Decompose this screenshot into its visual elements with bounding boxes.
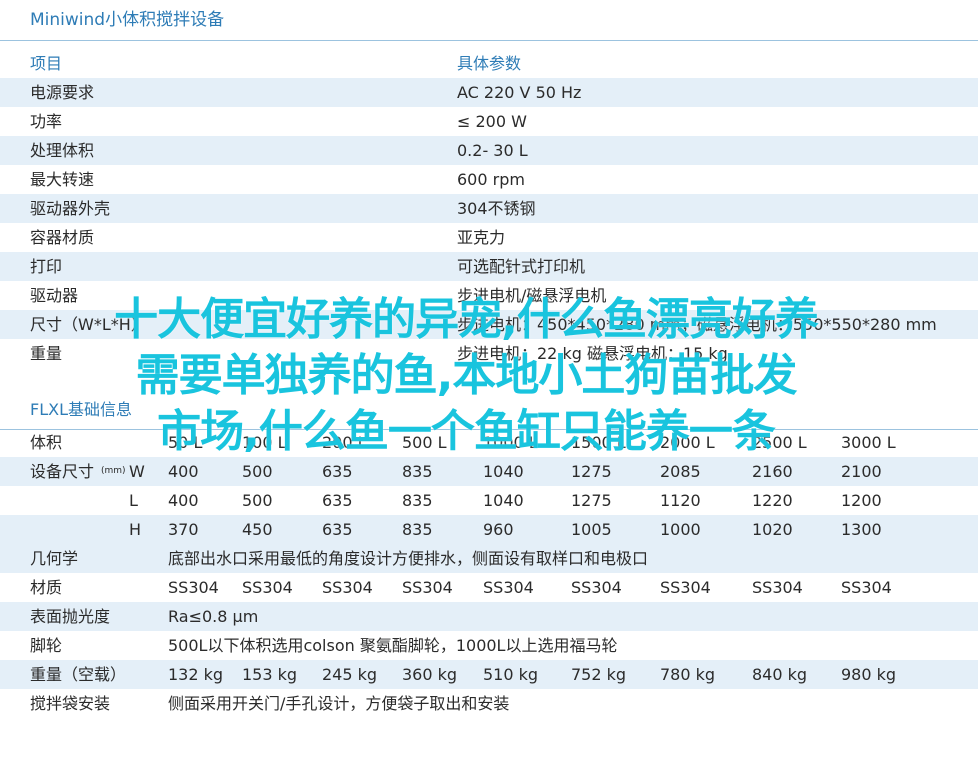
base-value: SS304 (752, 578, 803, 597)
base-value: SS304 (242, 578, 293, 597)
spec-label: 驱动器外壳 (30, 199, 111, 218)
base-value: SS304 (483, 578, 534, 597)
spec-row: 最大转速 600 rpm (0, 165, 978, 194)
base-value: SS304 (402, 578, 453, 597)
size-dim: H (129, 520, 142, 539)
spec-label: 最大转速 (30, 170, 95, 189)
spec-row: 电源要求 AC 220 V 50 Hz (0, 78, 978, 107)
base-row-casters: 脚轮 500L以下体积选用colson 聚氨酯脚轮，1000L以上选用福马轮 (0, 631, 978, 660)
size-value: 635 (322, 462, 353, 481)
size-value: 500 (242, 462, 273, 481)
size-value: 400 (168, 491, 199, 510)
spec-value: 0.2- 30 L (457, 141, 528, 160)
spec-value: AC 220 V 50 Hz (457, 83, 582, 102)
base-value: SS304 (168, 578, 219, 597)
base-value: 153 kg (242, 665, 298, 684)
spec-header-value: 具体参数 (457, 54, 522, 73)
base-row-weight: 重量（空载） 132 kg 153 kg 245 kg 360 kg 510 kg 752 … (0, 660, 978, 689)
size-value: 635 (322, 520, 353, 539)
spec-row: 打印 可选配针式打印机 (0, 252, 978, 281)
base-value: 245 kg (322, 665, 378, 684)
size-value: 1275 (571, 462, 612, 481)
base-value: 360 kg (402, 665, 458, 684)
size-value: 1200 (841, 491, 882, 510)
size-label: 设备尺寸 (30, 462, 95, 481)
size-dim: W (129, 462, 145, 481)
spec-value: 可选配针式打印机 (457, 257, 586, 276)
spec-row: 处理体积 0.2- 30 L (0, 136, 978, 165)
base-row-size: L 400 500 635 835 1040 1275 1120 1220 1200 (0, 486, 978, 515)
size-value: 1005 (571, 520, 612, 539)
size-value: 1275 (571, 491, 612, 510)
size-value: 960 (483, 520, 514, 539)
overlay-banner: 十大便宜好养的异宠,什么鱼漂亮好养 需要单独养的鱼,本地小土狗苗批发 市场,什么… (16, 292, 916, 460)
base-label: 脚轮 (30, 636, 63, 655)
top-divider (0, 40, 978, 41)
size-value: 635 (322, 491, 353, 510)
base-text: 侧面采用开关门/手孔设计，方便袋子取出和安装 (168, 694, 510, 713)
base-label: 重量（空载） (30, 665, 127, 684)
overlay-line: 十大便宜好养的异宠,什么鱼漂亮好养 (114, 294, 819, 345)
base-row-bag: 搅拌袋安装 侧面采用开关门/手孔设计，方便袋子取出和安装 (0, 689, 978, 718)
spec-label: 打印 (30, 257, 63, 276)
spec-row: 容器材质 亚克力 (0, 223, 978, 252)
size-value: 1040 (483, 491, 524, 510)
size-value: 370 (168, 520, 199, 539)
base-text: 500L以下体积选用colson 聚氨酯脚轮，1000L以上选用福马轮 (168, 636, 618, 655)
size-value: 1020 (752, 520, 793, 539)
page-title: Miniwind小体积搅拌设备 (30, 10, 225, 30)
base-label: 几何学 (30, 549, 79, 568)
base-text: Ra≤0.8 μm (168, 607, 259, 626)
base-row-size: 设备尺寸 (mm) W 400 500 635 835 1040 1275 2085 2160 210… (0, 457, 978, 486)
size-value: 2085 (660, 462, 701, 481)
base-label: 表面抛光度 (30, 607, 111, 626)
spec-value: 亚克力 (457, 228, 506, 247)
size-unit: (mm) (101, 466, 126, 476)
base-text: 底部出水口采用最低的角度设计方便排水，侧面设有取样口和电极口 (168, 549, 649, 568)
spec-value: ≤ 200 W (457, 112, 527, 131)
base-value: 780 kg (660, 665, 716, 684)
size-value: 835 (402, 462, 433, 481)
size-value: 1220 (752, 491, 793, 510)
base-row-geometry: 几何学 底部出水口采用最低的角度设计方便排水，侧面设有取样口和电极口 (0, 544, 978, 573)
size-value: 1300 (841, 520, 882, 539)
base-row-polish: 表面抛光度 Ra≤0.8 μm (0, 602, 978, 631)
base-label: 搅拌袋安装 (30, 694, 111, 713)
base-label: 材质 (30, 578, 63, 597)
base-value: 132 kg (168, 665, 224, 684)
spec-header-row: 项目 具体参数 (0, 49, 978, 78)
base-value: SS304 (660, 578, 711, 597)
size-dim: L (129, 491, 138, 510)
spec-row: 功率 ≤ 200 W (0, 107, 978, 136)
base-value: 510 kg (483, 665, 539, 684)
size-value: 835 (402, 520, 433, 539)
overlay-line: 需要单独养的鱼,本地小土狗苗批发 (135, 350, 798, 401)
spec-label: 电源要求 (30, 83, 95, 102)
base-value: 840 kg (752, 665, 808, 684)
spec-row: 驱动器外壳 304不锈钢 (0, 194, 978, 223)
size-value: 450 (242, 520, 273, 539)
spec-label: 功率 (30, 112, 63, 131)
size-value: 2100 (841, 462, 882, 481)
base-value: SS304 (841, 578, 892, 597)
base-value: 752 kg (571, 665, 627, 684)
base-value: SS304 (571, 578, 622, 597)
size-value: 1120 (660, 491, 701, 510)
size-value: 1000 (660, 520, 701, 539)
size-value: 500 (242, 491, 273, 510)
base-value: 980 kg (841, 665, 897, 684)
spec-value: 304不锈钢 (457, 199, 536, 218)
spec-label: 容器材质 (30, 228, 95, 247)
spec-label: 处理体积 (30, 141, 95, 160)
size-value: 2160 (752, 462, 793, 481)
base-value: SS304 (322, 578, 373, 597)
size-value: 1040 (483, 462, 524, 481)
overlay-line: 市场,什么鱼一个鱼缸只能养一条 (157, 406, 776, 457)
spec-value: 600 rpm (457, 170, 525, 189)
base-row-size: H 370 450 635 835 960 1005 1000 1020 1300 (0, 515, 978, 544)
size-value: 400 (168, 462, 199, 481)
base-row-material: 材质 SS304 SS304 SS304 SS304 SS304 SS304 SS304 SS3… (0, 573, 978, 602)
spec-header-item: 项目 (30, 54, 63, 73)
size-value: 835 (402, 491, 433, 510)
